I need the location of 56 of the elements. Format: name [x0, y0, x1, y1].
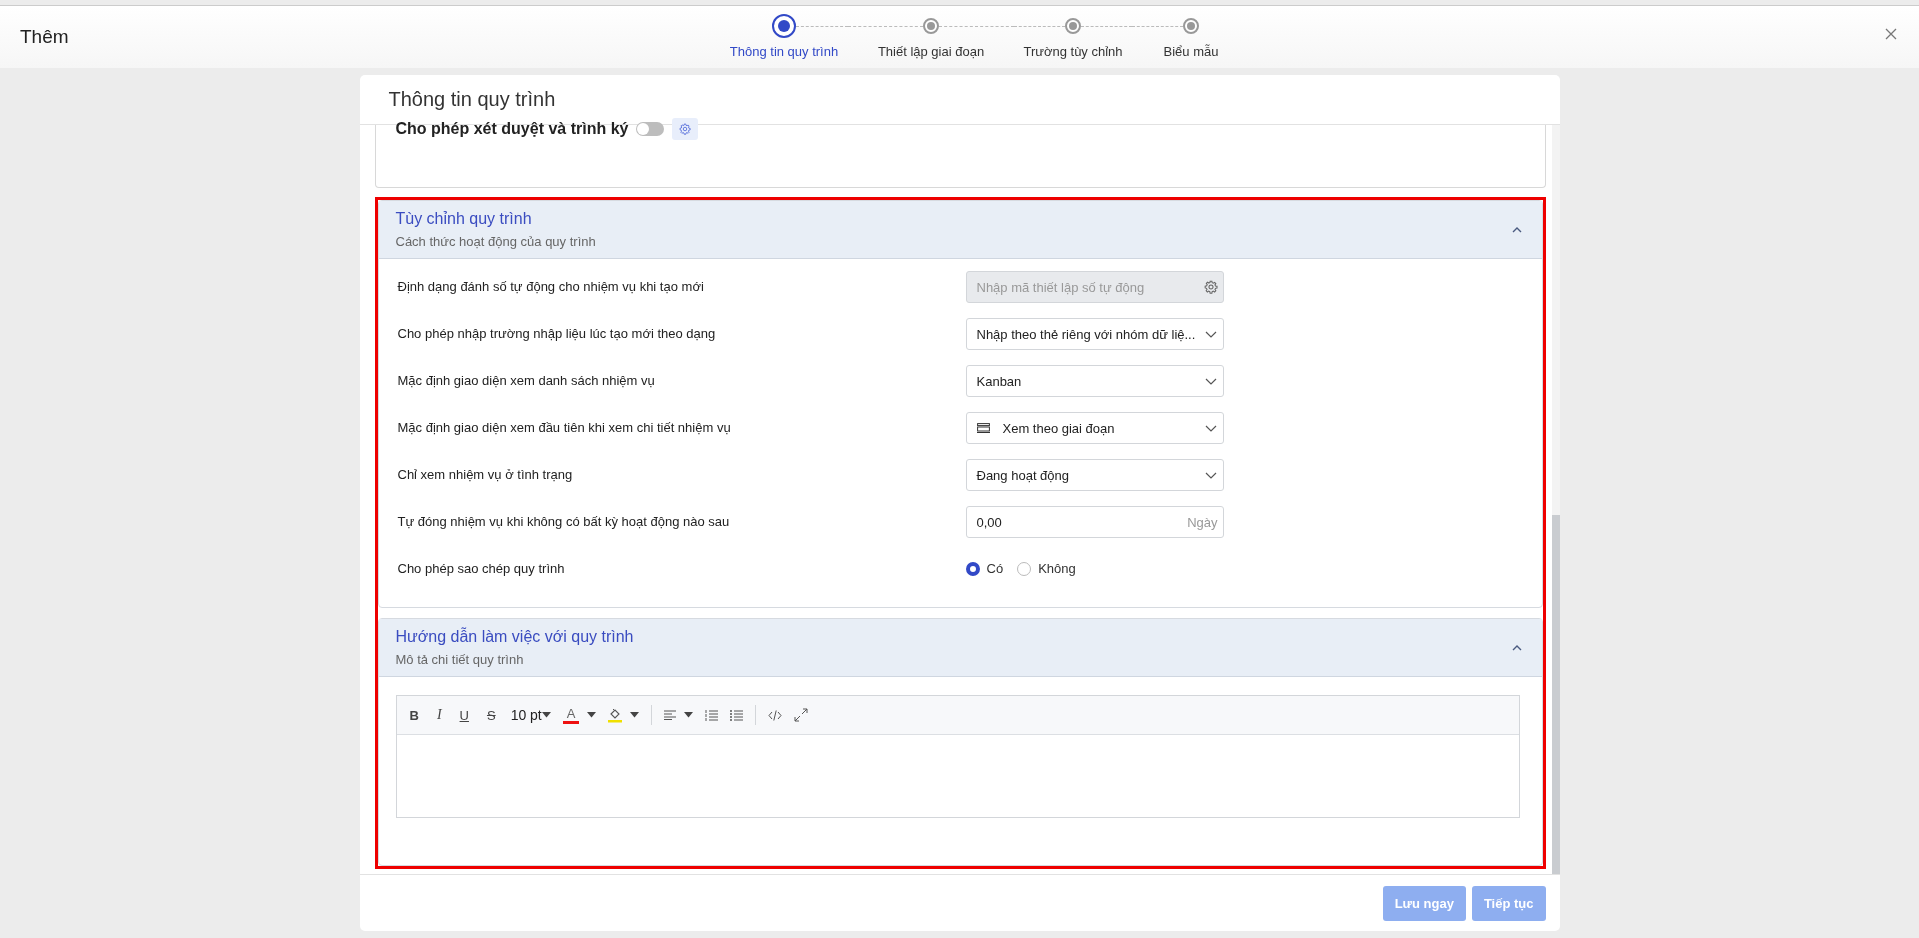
strikethrough-button[interactable]: S	[483, 707, 499, 723]
radio-option[interactable]: Không	[1017, 561, 1076, 576]
step-label[interactable]: Trường tùy chỉnh	[1023, 44, 1123, 59]
align-left-icon[interactable]	[664, 710, 677, 720]
unit-label: Ngày	[1187, 515, 1218, 530]
chevron-down-icon	[1204, 330, 1217, 338]
caret-icon[interactable]	[541, 712, 551, 718]
scrollbar[interactable]	[1551, 125, 1560, 874]
code-icon[interactable]	[768, 709, 783, 721]
dialog-title: Thêm	[20, 26, 69, 48]
step-marker[interactable]	[1183, 18, 1199, 34]
settings-icon[interactable]	[672, 118, 699, 140]
chevron-down-icon	[1204, 424, 1217, 432]
italic-button[interactable]: I	[433, 707, 445, 723]
chevron-down-icon	[1204, 471, 1217, 479]
dropdown[interactable]: Xem theo giai đoạn	[965, 412, 1224, 444]
field-label: Mặc định giao diện xem đầu tiên khi xem chi tiết nhiệm vụ	[396, 419, 732, 435]
dropdown[interactable]: Đang hoạt động	[965, 459, 1224, 491]
section-subtitle: Mô tả chi tiết quy trình	[395, 652, 525, 667]
approval-toggle[interactable]	[636, 122, 665, 136]
step-marker[interactable]	[923, 18, 939, 34]
caret-icon[interactable]	[630, 712, 640, 718]
card-title: Thông tin quy trình	[388, 88, 556, 111]
field-label: Mặc định giao diện xem danh sách nhiệm vụ	[396, 372, 656, 388]
approval-label: Cho phép xét duyệt và trình ký	[395, 121, 629, 137]
caret-icon[interactable]	[587, 712, 597, 718]
fullscreen-icon[interactable]	[794, 708, 809, 722]
section-title: Hướng dẫn làm việc với quy trình	[395, 628, 635, 646]
text-color-button[interactable]: A	[562, 706, 580, 724]
step-marker[interactable]	[772, 14, 796, 38]
section-title: Tùy chỉnh quy trình	[395, 210, 533, 228]
field-label: Tự đóng nhiệm vụ khi không có bất kỳ hoạt động nào sau	[396, 513, 731, 529]
rich-text-editor[interactable]: B I U S 10 pt A	[395, 695, 1520, 818]
step-marker[interactable]	[1065, 18, 1081, 34]
dropdown[interactable]: Nhập theo thẻ riêng với nhóm dữ liệ...	[965, 318, 1224, 350]
close-icon[interactable]	[1885, 28, 1897, 40]
section-subtitle: Cách thức hoạt động của quy trình	[395, 234, 597, 249]
step-label[interactable]: Thông tin quy trình	[729, 44, 839, 59]
radio-button[interactable]	[965, 561, 980, 576]
field-label: Cho phép nhập trường nhập liệu lúc tạo mới theo dạng	[396, 325, 717, 341]
highlight-color-icon[interactable]	[608, 707, 623, 723]
chevron-down-icon	[1204, 377, 1217, 385]
field-label: Định dạng đánh số tự động cho nhiệm vụ khi tạo mới	[396, 278, 705, 294]
panel-icon	[976, 423, 990, 433]
settings-icon[interactable]	[1203, 280, 1218, 294]
bulleted-list-icon[interactable]	[730, 709, 744, 721]
radio-option[interactable]: Có	[965, 561, 1004, 576]
field-label: Chỉ xem nhiệm vụ ở tình trạng	[396, 466, 574, 482]
underline-button[interactable]: U	[456, 707, 472, 723]
dropdown[interactable]: Kanban	[965, 365, 1224, 397]
bold-button[interactable]: B	[406, 707, 422, 723]
caret-icon[interactable]	[684, 712, 694, 718]
step-label[interactable]: Thiết lập giai đoạn	[877, 44, 985, 59]
step-label[interactable]: Biểu mẫu	[1163, 44, 1219, 59]
font-size-dropdown[interactable]: 10 pt	[510, 707, 542, 723]
field-label: Cho phép sao chép quy trình	[396, 560, 566, 576]
